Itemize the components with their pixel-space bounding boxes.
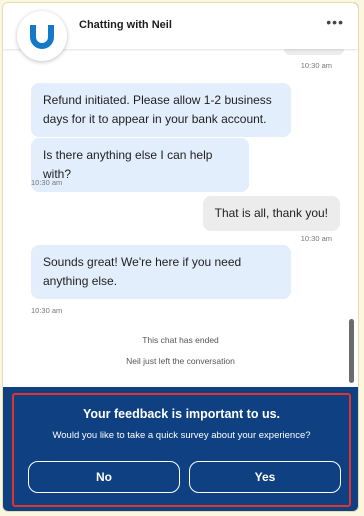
feedback-highlight-box: Your feedback is important to us. Would …	[12, 393, 351, 507]
survey-yes-button[interactable]: Yes	[189, 461, 341, 493]
message-timestamp: 10:30 am	[31, 178, 63, 187]
chat-title: Chatting with Neil	[79, 19, 172, 31]
message-timestamp: 10:30 am	[31, 306, 63, 315]
survey-no-button[interactable]: No	[28, 461, 180, 493]
chat-ended-notice: This chat has ended	[142, 335, 219, 345]
previous-message-bubble	[284, 49, 344, 55]
more-options-icon[interactable]: •••	[326, 14, 344, 30]
agent-left-notice: Neil just left the conversation	[126, 356, 235, 366]
brand-u-logo-icon	[30, 25, 54, 49]
chat-scrollbar[interactable]	[349, 319, 354, 383]
message-timestamp: 10:30 am	[300, 234, 332, 243]
chat-transcript[interactable]: 10:30 am Refund initiated. Please allow …	[3, 49, 358, 387]
agent-message: Is there anything else I can help with?	[31, 138, 249, 192]
feedback-prompt: Your feedback is important to us. Would …	[3, 387, 358, 511]
agent-message: Refund initiated. Please allow 1-2 busin…	[31, 83, 291, 137]
user-message: That is all, thank you!	[202, 196, 340, 231]
brand-avatar	[17, 11, 67, 61]
chat-widget: Chatting with Neil ••• 10:30 am Refund i…	[2, 2, 359, 512]
message-timestamp: 10:30 am	[300, 61, 332, 70]
agent-message: Sounds great! We're here if you need any…	[31, 245, 291, 299]
feedback-title: Your feedback is important to us.	[82, 407, 281, 421]
feedback-question: Would you like to take a quick survey ab…	[52, 430, 311, 441]
